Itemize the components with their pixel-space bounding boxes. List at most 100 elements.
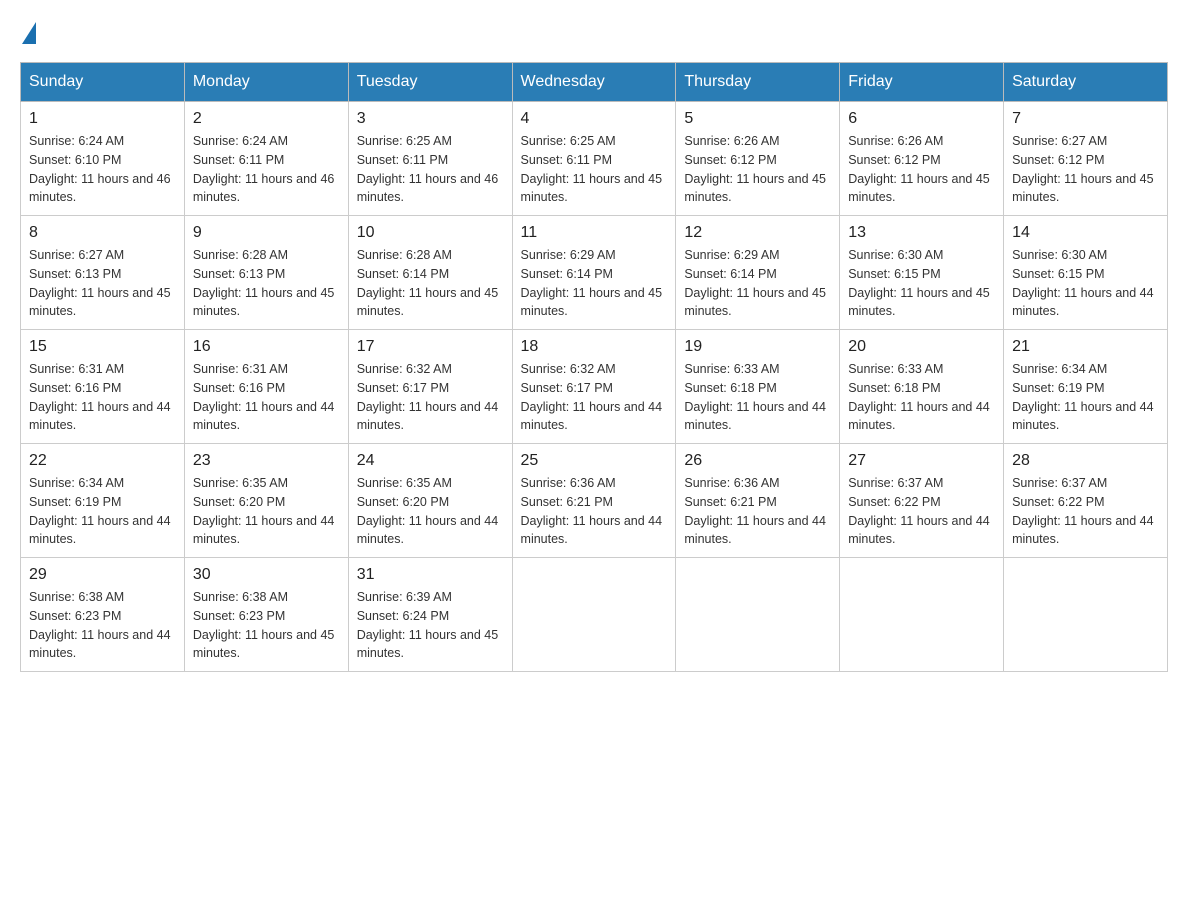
day-number: 29 <box>29 566 176 584</box>
calendar-cell: 2 Sunrise: 6:24 AMSunset: 6:11 PMDaylight… <box>184 102 348 216</box>
calendar-cell: 13 Sunrise: 6:30 AMSunset: 6:15 PMDayligh… <box>840 216 1004 330</box>
day-info: Sunrise: 6:24 AMSunset: 6:11 PMDaylight:… <box>193 132 340 207</box>
day-number: 8 <box>29 224 176 242</box>
day-number: 15 <box>29 338 176 356</box>
day-number: 31 <box>357 566 504 584</box>
logo-triangle-icon <box>22 22 36 44</box>
day-info: Sunrise: 6:34 AMSunset: 6:19 PMDaylight:… <box>29 474 176 549</box>
calendar-cell: 11 Sunrise: 6:29 AMSunset: 6:14 PMDayligh… <box>512 216 676 330</box>
day-info: Sunrise: 6:26 AMSunset: 6:12 PMDaylight:… <box>684 132 831 207</box>
column-header-tuesday: Tuesday <box>348 63 512 102</box>
day-number: 9 <box>193 224 340 242</box>
calendar-cell: 14Sunrise: 6:30 AMSunset: 6:15 PMDayligh… <box>1004 216 1168 330</box>
day-number: 12 <box>684 224 831 242</box>
calendar-cell <box>512 558 676 672</box>
day-info: Sunrise: 6:35 AMSunset: 6:20 PMDaylight:… <box>193 474 340 549</box>
calendar-cell: 15 Sunrise: 6:31 AMSunset: 6:16 PMDayligh… <box>21 330 185 444</box>
day-number: 25 <box>521 452 668 470</box>
calendar-cell: 21 Sunrise: 6:34 AMSunset: 6:19 PMDayligh… <box>1004 330 1168 444</box>
day-number: 13 <box>848 224 995 242</box>
calendar-cell: 26 Sunrise: 6:36 AMSunset: 6:21 PMDayligh… <box>676 444 840 558</box>
day-info: Sunrise: 6:26 AMSunset: 6:12 PMDaylight:… <box>848 132 995 207</box>
calendar-cell: 20 Sunrise: 6:33 AMSunset: 6:18 PMDayligh… <box>840 330 1004 444</box>
day-number: 28 <box>1012 452 1159 470</box>
day-info: Sunrise: 6:25 AMSunset: 6:11 PMDaylight:… <box>357 132 504 207</box>
calendar-cell: 7 Sunrise: 6:27 AMSunset: 6:12 PMDaylight… <box>1004 102 1168 216</box>
day-number: 11 <box>521 224 668 242</box>
day-info: Sunrise: 6:30 AMSunset: 6:15 PMDaylight:… <box>848 246 995 321</box>
day-info: Sunrise: 6:29 AMSunset: 6:14 PMDaylight:… <box>521 246 668 321</box>
day-info: Sunrise: 6:28 AMSunset: 6:13 PMDaylight:… <box>193 246 340 321</box>
page-header <box>20 20 1168 42</box>
day-number: 30 <box>193 566 340 584</box>
day-info: Sunrise: 6:37 AMSunset: 6:22 PMDaylight:… <box>1012 474 1159 549</box>
calendar-cell: 12 Sunrise: 6:29 AMSunset: 6:14 PMDayligh… <box>676 216 840 330</box>
calendar-cell: 25 Sunrise: 6:36 AMSunset: 6:21 PMDayligh… <box>512 444 676 558</box>
calendar-cell: 23 Sunrise: 6:35 AMSunset: 6:20 PMDayligh… <box>184 444 348 558</box>
column-header-thursday: Thursday <box>676 63 840 102</box>
column-header-friday: Friday <box>840 63 1004 102</box>
calendar-cell: 28 Sunrise: 6:37 AMSunset: 6:22 PMDayligh… <box>1004 444 1168 558</box>
day-number: 21 <box>1012 338 1159 356</box>
day-info: Sunrise: 6:39 AMSunset: 6:24 PMDaylight:… <box>357 588 504 663</box>
day-info: Sunrise: 6:31 AMSunset: 6:16 PMDaylight:… <box>193 360 340 435</box>
day-info: Sunrise: 6:34 AMSunset: 6:19 PMDaylight:… <box>1012 360 1159 435</box>
day-number: 4 <box>521 110 668 128</box>
calendar-cell: 5 Sunrise: 6:26 AMSunset: 6:12 PMDaylight… <box>676 102 840 216</box>
day-number: 18 <box>521 338 668 356</box>
calendar-cell: 3 Sunrise: 6:25 AMSunset: 6:11 PMDaylight… <box>348 102 512 216</box>
day-number: 19 <box>684 338 831 356</box>
calendar-cell: 29 Sunrise: 6:38 AMSunset: 6:23 PMDayligh… <box>21 558 185 672</box>
day-info: Sunrise: 6:36 AMSunset: 6:21 PMDaylight:… <box>684 474 831 549</box>
calendar-cell: 4 Sunrise: 6:25 AMSunset: 6:11 PMDaylight… <box>512 102 676 216</box>
calendar-cell: 31 Sunrise: 6:39 AMSunset: 6:24 PMDayligh… <box>348 558 512 672</box>
day-info: Sunrise: 6:35 AMSunset: 6:20 PMDaylight:… <box>357 474 504 549</box>
calendar-cell: 16 Sunrise: 6:31 AMSunset: 6:16 PMDayligh… <box>184 330 348 444</box>
column-header-saturday: Saturday <box>1004 63 1168 102</box>
day-number: 16 <box>193 338 340 356</box>
calendar-cell: 24 Sunrise: 6:35 AMSunset: 6:20 PMDayligh… <box>348 444 512 558</box>
day-number: 7 <box>1012 110 1159 128</box>
day-number: 3 <box>357 110 504 128</box>
day-number: 17 <box>357 338 504 356</box>
day-info: Sunrise: 6:38 AMSunset: 6:23 PMDaylight:… <box>29 588 176 663</box>
day-info: Sunrise: 6:25 AMSunset: 6:11 PMDaylight:… <box>521 132 668 207</box>
day-number: 24 <box>357 452 504 470</box>
calendar-cell: 17 Sunrise: 6:32 AMSunset: 6:17 PMDayligh… <box>348 330 512 444</box>
day-number: 27 <box>848 452 995 470</box>
day-info: Sunrise: 6:36 AMSunset: 6:21 PMDaylight:… <box>521 474 668 549</box>
day-info: Sunrise: 6:33 AMSunset: 6:18 PMDaylight:… <box>848 360 995 435</box>
column-header-wednesday: Wednesday <box>512 63 676 102</box>
day-number: 14 <box>1012 224 1159 242</box>
calendar-cell: 27 Sunrise: 6:37 AMSunset: 6:22 PMDayligh… <box>840 444 1004 558</box>
day-number: 22 <box>29 452 176 470</box>
calendar-cell: 10Sunrise: 6:28 AMSunset: 6:14 PMDayligh… <box>348 216 512 330</box>
calendar-cell: 1 Sunrise: 6:24 AMSunset: 6:10 PMDaylight… <box>21 102 185 216</box>
day-info: Sunrise: 6:33 AMSunset: 6:18 PMDaylight:… <box>684 360 831 435</box>
calendar-cell: 6Sunrise: 6:26 AMSunset: 6:12 PMDaylight… <box>840 102 1004 216</box>
calendar-cell <box>676 558 840 672</box>
day-number: 1 <box>29 110 176 128</box>
day-info: Sunrise: 6:37 AMSunset: 6:22 PMDaylight:… <box>848 474 995 549</box>
column-header-monday: Monday <box>184 63 348 102</box>
calendar-cell: 9 Sunrise: 6:28 AMSunset: 6:13 PMDaylight… <box>184 216 348 330</box>
calendar-table: SundayMondayTuesdayWednesdayThursdayFrid… <box>20 62 1168 672</box>
calendar-cell: 22 Sunrise: 6:34 AMSunset: 6:19 PMDayligh… <box>21 444 185 558</box>
day-number: 2 <box>193 110 340 128</box>
day-info: Sunrise: 6:32 AMSunset: 6:17 PMDaylight:… <box>357 360 504 435</box>
day-number: 26 <box>684 452 831 470</box>
day-info: Sunrise: 6:24 AMSunset: 6:10 PMDaylight:… <box>29 132 176 207</box>
calendar-cell: 30 Sunrise: 6:38 AMSunset: 6:23 PMDayligh… <box>184 558 348 672</box>
day-number: 5 <box>684 110 831 128</box>
day-info: Sunrise: 6:31 AMSunset: 6:16 PMDaylight:… <box>29 360 176 435</box>
day-info: Sunrise: 6:38 AMSunset: 6:23 PMDaylight:… <box>193 588 340 663</box>
logo <box>20 20 36 42</box>
day-info: Sunrise: 6:29 AMSunset: 6:14 PMDaylight:… <box>684 246 831 321</box>
day-number: 10 <box>357 224 504 242</box>
calendar-cell: 18Sunrise: 6:32 AMSunset: 6:17 PMDayligh… <box>512 330 676 444</box>
day-info: Sunrise: 6:27 AMSunset: 6:12 PMDaylight:… <box>1012 132 1159 207</box>
calendar-cell <box>840 558 1004 672</box>
day-number: 23 <box>193 452 340 470</box>
day-number: 20 <box>848 338 995 356</box>
calendar-cell: 19 Sunrise: 6:33 AMSunset: 6:18 PMDayligh… <box>676 330 840 444</box>
